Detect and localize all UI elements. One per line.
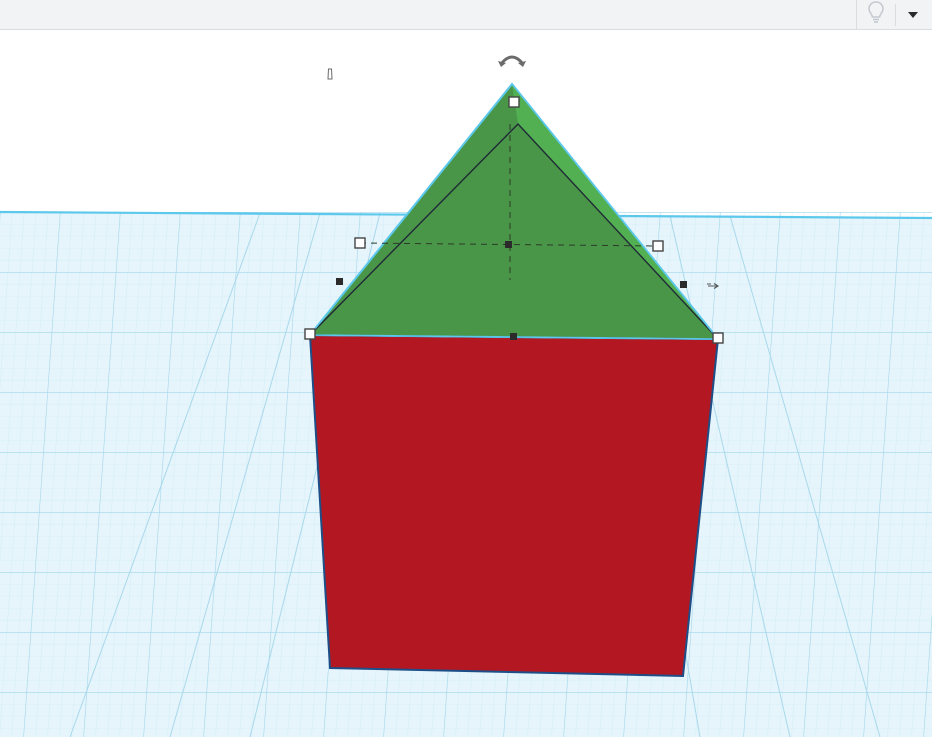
corner-handle[interactable] — [652, 240, 664, 252]
top-toolbar — [0, 0, 932, 30]
edge-handle[interactable] — [336, 278, 343, 285]
corner-handle[interactable] — [508, 96, 520, 108]
hint-button[interactable] — [857, 0, 895, 30]
corner-handle[interactable] — [712, 332, 724, 344]
caret-down-icon — [908, 12, 918, 18]
corner-handle[interactable] — [354, 237, 366, 249]
toolbar-right-group — [856, 0, 932, 30]
corner-handle[interactable] — [304, 328, 316, 340]
box-front-face[interactable] — [308, 333, 720, 678]
edge-handle[interactable] — [510, 333, 517, 340]
toolbar-menu-button[interactable] — [896, 0, 930, 30]
edge-handle[interactable] — [505, 241, 512, 248]
edge-handle[interactable] — [680, 281, 687, 288]
3d-viewport[interactable] — [0, 30, 932, 737]
scene — [0, 30, 932, 737]
lightbulb-icon — [868, 1, 884, 23]
